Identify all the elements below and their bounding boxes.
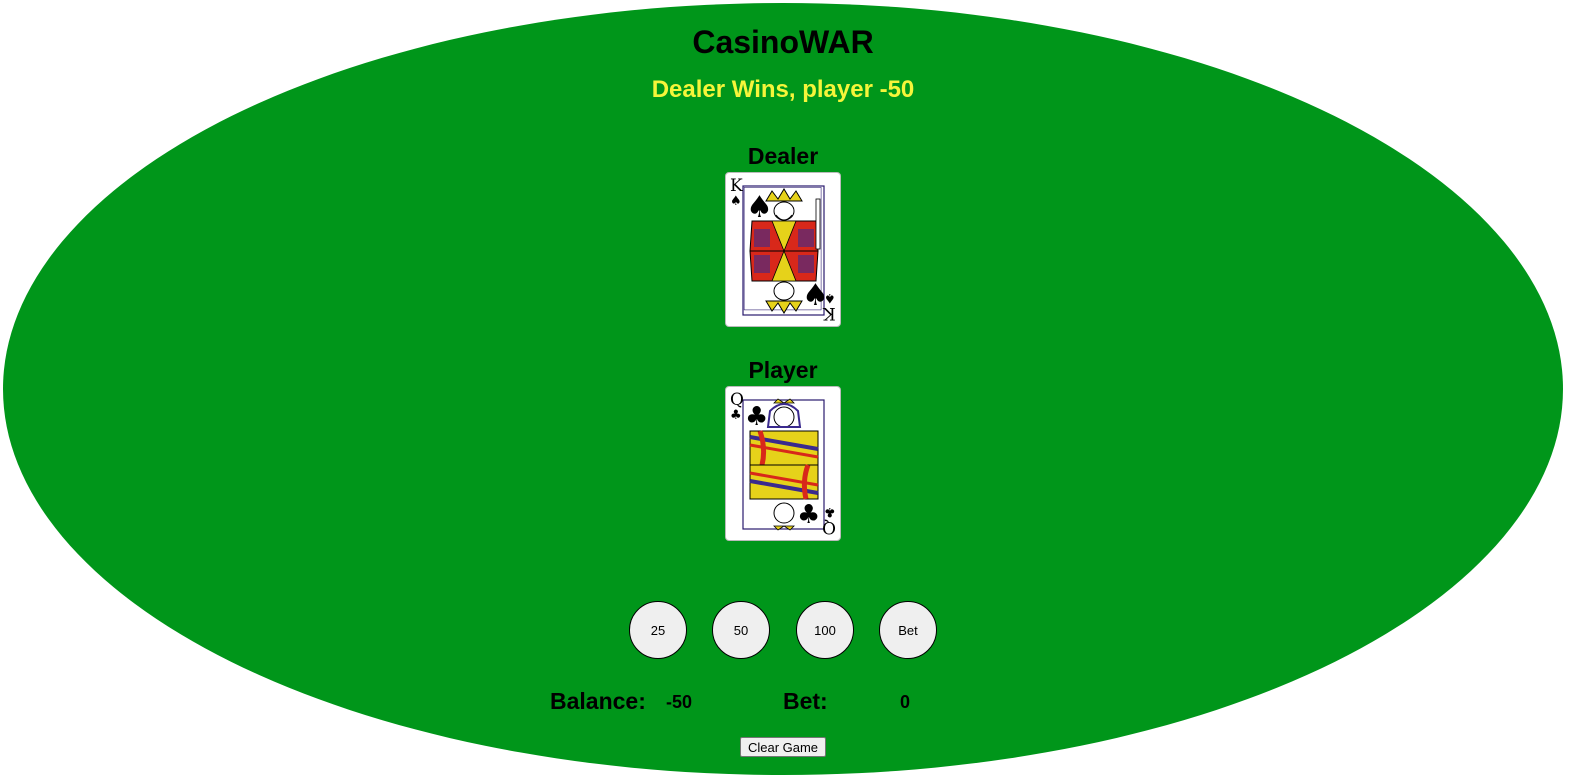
bet-button[interactable]: Bet (879, 601, 937, 659)
dealer-label: Dealer (747, 143, 819, 169)
svg-text:♣: ♣ (745, 402, 768, 432)
player-label: Player (748, 357, 818, 383)
clear-game-button[interactable]: Clear Game (740, 737, 826, 757)
player-card-rank-bottom: Q (822, 517, 836, 537)
player-card-suit-top: ♣ (730, 408, 742, 423)
bet-label: Bet: (783, 688, 828, 714)
svg-text:♣: ♣ (797, 500, 820, 530)
balance-label: Balance: (550, 688, 646, 714)
player-card: ♣ ♣ Q ♣ Q ♣ (725, 386, 841, 541)
balance-value: -50 (666, 692, 693, 712)
bet-value: 0 (900, 692, 911, 712)
player-card-suit-bottom: ♣ (824, 504, 836, 519)
player-card-rank-top: Q (730, 390, 744, 410)
chip-50-button[interactable]: 50 (712, 601, 770, 659)
dealer-card-suit-top: ♠ (730, 194, 742, 209)
dealer-card-rank-bottom: K (823, 303, 836, 323)
svg-text:♠: ♠ (746, 190, 773, 225)
chip-25-button[interactable]: 25 (629, 601, 687, 659)
dealer-card-suit-bottom: ♠ (824, 290, 836, 305)
chip-100-button[interactable]: 100 (796, 601, 854, 659)
dealer-card: ♠ ♠ K ♠ K ♠ (725, 172, 841, 327)
dealer-card-rank-top: K (730, 176, 743, 196)
result-message: Dealer Wins, player -50 (651, 76, 915, 103)
game-title: CasinoWAR (692, 24, 874, 60)
